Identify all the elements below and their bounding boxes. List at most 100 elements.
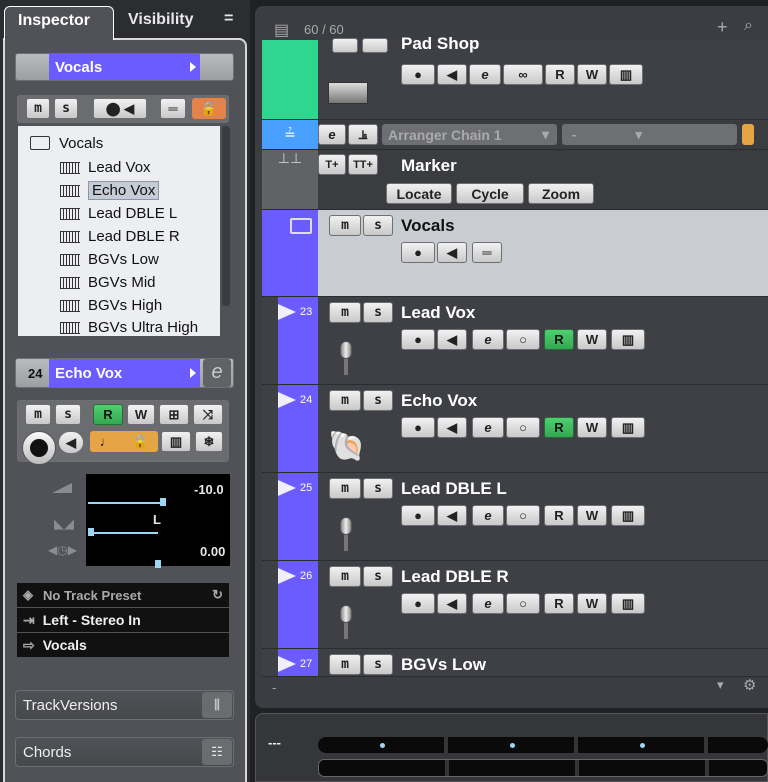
preset-row[interactable]: ◈ No Track Preset ↻ — [17, 583, 229, 607]
record-icon[interactable]: ● — [401, 593, 435, 614]
snowflake-icon[interactable]: ❄ — [195, 431, 223, 452]
monitor-circle-icon[interactable]: ○ — [506, 505, 540, 526]
record-icon[interactable]: ● — [401, 417, 435, 438]
tree-item[interactable]: Lead DBLE L — [60, 203, 177, 224]
lock-icon[interactable]: 🔒 — [192, 98, 226, 119]
tree-scrollbar[interactable] — [222, 126, 230, 306]
lanes-icon[interactable]: ═ — [160, 98, 186, 119]
mute-button[interactable]: m — [25, 404, 51, 425]
freeze-icon[interactable]: ⤨ — [193, 404, 223, 425]
lanes-icon[interactable]: ▥ — [611, 329, 645, 350]
edit-icon[interactable]: e — [472, 417, 504, 438]
mute-button[interactable]: m — [329, 654, 361, 675]
track-row[interactable]: 25 m s Lead DBLE L ● ◀ e ○ R W ▥ — [262, 473, 768, 561]
record-enable-button[interactable] — [22, 431, 56, 465]
folder-expand-icon[interactable] — [190, 62, 196, 72]
track-list-icon[interactable]: ▤ — [274, 20, 289, 40]
tree-item[interactable]: Lead Vox — [60, 157, 151, 178]
record-icon[interactable]: ● — [401, 329, 435, 350]
read-automation-button[interactable]: R — [544, 417, 574, 438]
tree-item-selected[interactable]: Echo Vox — [60, 180, 160, 201]
volume-fader-handle[interactable] — [160, 498, 166, 506]
edit-icon[interactable]: e — [472, 329, 504, 350]
tree-item[interactable]: Lead DBLE R — [60, 226, 180, 247]
input-routing[interactable]: ⇥ Left - Stereo In — [17, 608, 229, 632]
lanes-icon[interactable]: ▥ — [611, 505, 645, 526]
edit-icon[interactable]: e — [318, 124, 346, 145]
track-name[interactable]: Lead DBLE R — [401, 567, 509, 587]
mute-button[interactable]: m — [329, 566, 361, 587]
lanes-icon[interactable]: ▥ — [611, 593, 645, 614]
monitor-circle-icon[interactable]: ○ — [506, 417, 540, 438]
edit-icon[interactable]: e — [472, 505, 504, 526]
arranger-chain-select[interactable]: Arranger Chain 1 ▾ — [382, 124, 557, 145]
add-track-icon[interactable]: + — [717, 17, 728, 38]
tree-item[interactable]: BGVs Mid — [60, 272, 156, 293]
read-automation-button[interactable]: R — [93, 404, 123, 425]
zoom-minus[interactable]: - — [272, 680, 276, 695]
monitor-circle-icon[interactable]: ○ — [506, 593, 540, 614]
monitor-icon[interactable]: ◀ — [437, 64, 467, 85]
marker-track[interactable]: ⊥⊥ T+ TT+ Marker Locate Cycle Zoom — [262, 150, 768, 210]
track-row[interactable]: 23 m s Lead Vox ● ◀ e ○ R W ▥ — [262, 297, 768, 385]
add-marker-icon[interactable]: T+ — [318, 154, 346, 175]
write-automation-button[interactable]: W — [577, 593, 607, 614]
monitor-icon[interactable]: ◀ — [437, 417, 467, 438]
track-name[interactable]: Echo Vox — [49, 359, 200, 387]
folder-track-vocals[interactable]: m s Vocals ● ◀ ═ — [262, 210, 768, 297]
inspector-menu-button[interactable]: = — [224, 10, 233, 28]
reset-icon[interactable]: ↻ — [212, 587, 223, 603]
pan-value[interactable]: L — [153, 512, 161, 527]
monitor-icon[interactable]: ◀ — [437, 329, 467, 350]
folder-icon[interactable] — [290, 218, 312, 234]
record-icon[interactable]: ● — [401, 505, 435, 526]
mute-button[interactable]: m — [329, 478, 361, 499]
read-automation-button[interactable]: R — [544, 329, 574, 350]
edit-icon[interactable]: e — [469, 64, 501, 85]
mute-button[interactable]: m — [329, 302, 361, 323]
chevron-down-icon[interactable]: ▾ — [717, 677, 724, 693]
cycle-button[interactable]: Cycle — [456, 183, 524, 204]
track-name[interactable]: BGVs Low — [401, 655, 486, 675]
monitor-icon[interactable]: ◀ — [437, 505, 467, 526]
mute-button[interactable]: m — [329, 390, 361, 411]
track-pad-shop[interactable]: Pad Shop ● ◀ e ∞ R W ▥ — [262, 34, 768, 120]
lanes-icon[interactable]: ═ — [472, 242, 502, 263]
write-automation-button[interactable]: W — [577, 505, 607, 526]
tab-visibility[interactable]: Visibility — [128, 11, 194, 29]
lanes-icon[interactable]: ▥ — [609, 64, 643, 85]
tab-inspector[interactable]: Inspector — [4, 6, 114, 40]
write-automation-button[interactable]: W — [577, 64, 607, 85]
arranger-track[interactable]: ≟ e ⫡ Arranger Chain 1 ▾ - ▾ — [262, 120, 768, 150]
tree-folder-label[interactable]: Vocals — [59, 135, 103, 152]
pan-knobs[interactable] — [318, 737, 768, 753]
mute-button[interactable]: m — [26, 98, 50, 119]
lanes-icon[interactable]: ▥ — [161, 431, 191, 452]
volume-value[interactable]: -10.0 — [194, 482, 224, 497]
track-name[interactable]: Lead DBLE L — [401, 479, 507, 499]
search-icon[interactable]: ⌕ — [744, 17, 753, 35]
pan-slider-handle[interactable] — [88, 528, 94, 536]
track-row[interactable]: 26 m s Lead DBLE R ● ◀ e ○ R W ▥ — [262, 561, 768, 649]
solo-button[interactable]: s — [363, 654, 393, 675]
lanes-icon[interactable]: ⊞ — [159, 404, 189, 425]
solo-button[interactable]: s — [55, 404, 81, 425]
arranger-mode-icon[interactable]: ⫡ — [348, 124, 378, 145]
fader-rails[interactable] — [318, 759, 768, 777]
write-automation-button[interactable]: W — [577, 417, 607, 438]
delay-value[interactable]: 0.00 — [200, 544, 225, 559]
folder-name[interactable]: Vocals — [49, 54, 200, 80]
tree-item[interactable]: BGVs High — [60, 295, 162, 316]
add-cycle-marker-icon[interactable]: TT+ — [348, 154, 378, 175]
monitor-icon[interactable]: ◀ — [437, 242, 467, 263]
write-automation-button[interactable]: W — [127, 404, 155, 425]
write-automation-button[interactable]: W — [577, 329, 607, 350]
record-monitor-group[interactable]: ⬤ ◀ — [93, 98, 147, 119]
mute-button[interactable] — [332, 38, 358, 53]
marker-track-name[interactable]: Marker — [401, 156, 457, 176]
record-icon[interactable]: ● — [401, 242, 435, 263]
track-row[interactable]: 24 m s Echo Vox ● ◀ e ○ R W ▥ 🐚 — [262, 385, 768, 473]
delay-slider-handle[interactable] — [155, 560, 161, 568]
output-routing[interactable]: ⇨ Vocals — [17, 633, 229, 657]
track-name[interactable]: Echo Vox — [401, 391, 477, 411]
